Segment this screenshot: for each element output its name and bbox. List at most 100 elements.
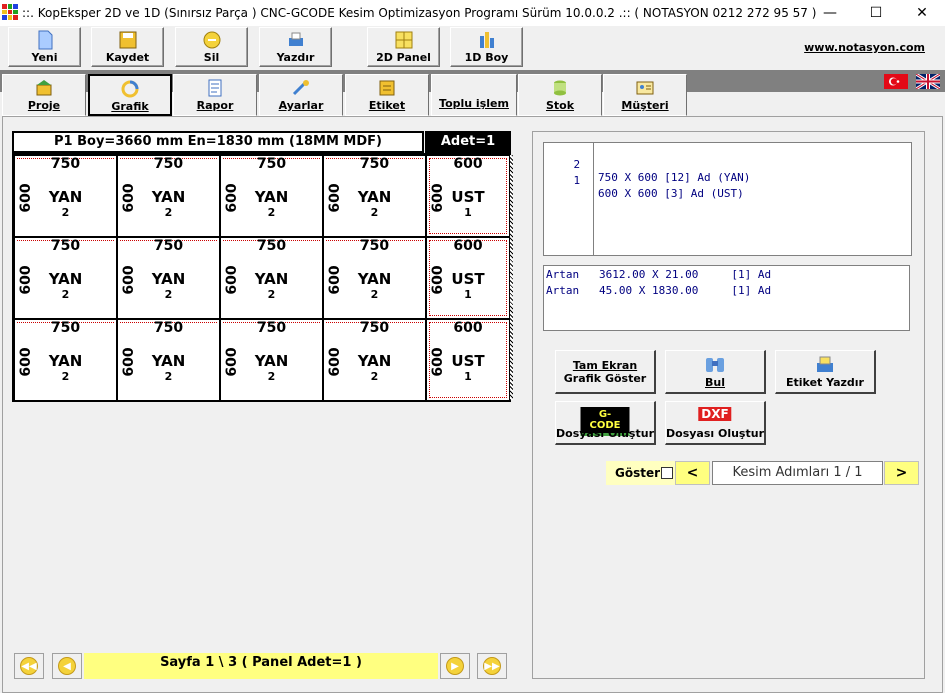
- printer-icon: [288, 32, 303, 46]
- panel-piece[interactable]: 600 600 UST 1: [426, 155, 510, 237]
- panel-piece[interactable]: 750 600 YAN 2: [14, 155, 117, 237]
- piece-name: YAN: [48, 188, 83, 206]
- tab-report[interactable]: Rapor: [173, 74, 257, 116]
- parts-list[interactable]: 2 750 X 600 [12] Ad (YAN) 1 600 X 600 [3…: [543, 142, 912, 256]
- panel-piece[interactable]: 750 600 YAN 2: [220, 237, 323, 319]
- tab-label-label: Etiket: [368, 99, 406, 112]
- print-button-label: Yazdır: [276, 51, 315, 64]
- title-bar: ::. KopEksper 2D ve 1D (Sınırsız Parça )…: [0, 0, 945, 26]
- close-icon: ✕: [916, 5, 928, 21]
- tab-label[interactable]: Etiket: [345, 74, 429, 116]
- next-page-button[interactable]: ▶: [440, 653, 470, 679]
- last-page-button[interactable]: ▶▶: [477, 653, 507, 679]
- panel-piece[interactable]: 750 600 YAN 2: [220, 319, 323, 401]
- new-button-label: Yeni: [31, 51, 58, 64]
- tab-customer[interactable]: Müşteri: [603, 74, 687, 116]
- close-button[interactable]: ✕: [899, 0, 945, 26]
- list-item[interactable]: 2 750 X 600 [12] Ad (YAN): [547, 145, 751, 184]
- gcode-button-label: Dosyası Oluştur: [556, 427, 654, 440]
- show-steps-checkbox[interactable]: [661, 467, 673, 479]
- dxf-button[interactable]: DXF Dosyası Oluştur: [665, 401, 766, 445]
- parts-list-divider: [593, 143, 594, 255]
- minimize-button[interactable]: —: [807, 0, 853, 26]
- piece-name: YAN: [357, 270, 392, 288]
- website-link[interactable]: www.notasyon.com: [804, 41, 925, 54]
- panel-piece[interactable]: 750 600 YAN 2: [220, 155, 323, 237]
- stock-icon: [554, 80, 566, 96]
- new-button[interactable]: Yeni: [8, 27, 81, 67]
- 1d-length-button[interactable]: 1D Boy: [450, 27, 523, 67]
- panel-piece[interactable]: 750 600 YAN 2: [323, 237, 426, 319]
- tab-batch[interactable]: Toplu işlem: [431, 74, 517, 116]
- piece-name: YAN: [151, 270, 186, 288]
- piece-name: YAN: [254, 352, 289, 370]
- tab-project[interactable]: Proje: [2, 74, 86, 116]
- gcode-button[interactable]: G-CODE Dosyası Oluştur: [555, 401, 656, 445]
- list-item[interactable]: 1 600 X 600 [3] Ad (UST): [547, 161, 744, 200]
- leftover-item[interactable]: Artan 3612.00 X 21.00 [1] Ad: [546, 268, 771, 281]
- 2d-panel-button[interactable]: 2D Panel: [367, 27, 440, 67]
- piece-width: 750: [256, 238, 287, 254]
- report-icon: [208, 79, 222, 97]
- panel-piece[interactable]: 750 600 YAN 2: [117, 155, 220, 237]
- settings-icon: [292, 80, 309, 96]
- panel-piece[interactable]: 750 600 YAN 2: [14, 237, 117, 319]
- piece-width: 750: [153, 320, 184, 336]
- save-button[interactable]: Kaydet: [91, 27, 164, 67]
- piece-name: YAN: [357, 188, 392, 206]
- leftovers-list[interactable]: Artan 3612.00 X 21.00 [1] Ad Artan 45.00…: [543, 265, 910, 331]
- piece-width: 600: [453, 320, 483, 336]
- tab-settings[interactable]: Ayarlar: [259, 74, 343, 116]
- tab-stock[interactable]: Stok: [518, 74, 602, 116]
- tab-settings-label: Ayarlar: [278, 99, 324, 112]
- next-page-icon: ▶: [446, 657, 464, 675]
- piece-width: 750: [50, 320, 81, 336]
- panel-piece[interactable]: 750 600 YAN 2: [323, 319, 426, 401]
- piece-quantity: 2: [267, 370, 276, 383]
- piece-quantity: 2: [370, 370, 379, 383]
- app-icon: [2, 4, 18, 20]
- piece-quantity: 2: [61, 370, 70, 383]
- piece-name: UST: [451, 352, 485, 370]
- piece-width: 750: [50, 156, 81, 172]
- dxf-button-label: Dosyası Oluştur: [666, 427, 764, 440]
- fullscreen-graphic-button[interactable]: Tam Ekran Grafik Göster: [555, 350, 656, 394]
- bars-icon: [479, 32, 494, 48]
- panel-piece[interactable]: 750 600 YAN 2: [117, 319, 220, 401]
- tab-bar: Proje Grafik Rapor Ayarlar Etiket Toplu …: [0, 74, 945, 116]
- leftover-item[interactable]: Artan 45.00 X 1830.00 [1] Ad: [546, 284, 771, 297]
- toolbar: Yeni Kaydet Sil Yazdır 2D Panel 1D Boy w…: [0, 26, 945, 70]
- project-icon: [36, 80, 52, 96]
- piece-quantity: 2: [267, 206, 276, 219]
- graphic-icon: [121, 80, 139, 98]
- panel-header: P1 Boy=3660 mm En=1830 mm (18MM MDF): [12, 131, 424, 153]
- customer-icon: [636, 81, 654, 95]
- part-number: 1: [573, 174, 581, 187]
- first-page-button[interactable]: ◀◀: [14, 653, 44, 679]
- piece-quantity: 2: [61, 206, 70, 219]
- delete-button[interactable]: Sil: [175, 27, 248, 67]
- delete-button-label: Sil: [203, 51, 220, 64]
- next-step-button[interactable]: >: [884, 461, 919, 485]
- find-button[interactable]: Bul: [665, 350, 766, 394]
- panel-piece[interactable]: 750 600 YAN 2: [323, 155, 426, 237]
- panel-piece[interactable]: 750 600 YAN 2: [117, 237, 220, 319]
- fullscreen-label-line1: Tam Ekran: [572, 359, 638, 372]
- panel-piece[interactable]: 600 600 UST 1: [426, 237, 510, 319]
- waste-strip: [510, 155, 513, 400]
- tab-project-label: Proje: [27, 99, 61, 112]
- panel-piece[interactable]: 600 600 UST 1: [426, 319, 510, 401]
- piece-width: 600: [453, 238, 483, 254]
- print-label-button[interactable]: Etiket Yazdır: [775, 350, 876, 394]
- maximize-button[interactable]: ☐: [853, 0, 899, 26]
- prev-step-button[interactable]: <: [675, 461, 710, 485]
- piece-width: 750: [153, 238, 184, 254]
- save-button-label: Kaydet: [105, 51, 150, 64]
- piece-name: YAN: [48, 352, 83, 370]
- print-button[interactable]: Yazdır: [259, 27, 332, 67]
- tab-graphic[interactable]: Grafik: [88, 74, 172, 116]
- panel-piece[interactable]: 750 600 YAN 2: [14, 319, 117, 401]
- cutting-board: 750 600 YAN 2 750 600 YAN 2 750 600 YAN 2 750 600 YAN 2…: [12, 153, 513, 402]
- prev-page-button[interactable]: ◀: [52, 653, 82, 679]
- tab-graphic-label: Grafik: [111, 100, 149, 113]
